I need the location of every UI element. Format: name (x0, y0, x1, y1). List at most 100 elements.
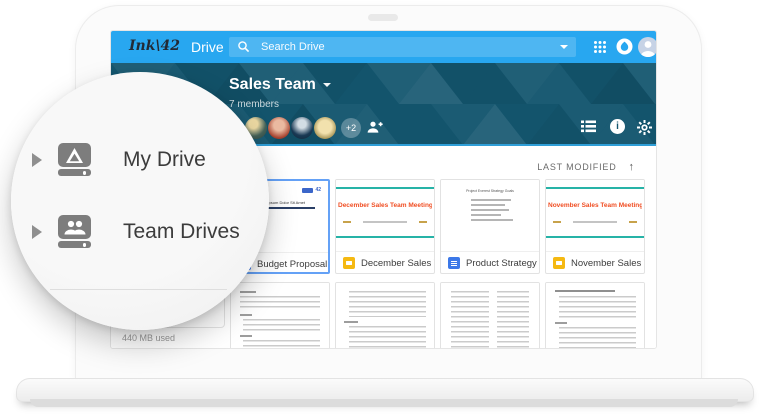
sort-direction-arrow-icon: ↑ (629, 161, 635, 173)
add-member-icon[interactable] (365, 120, 383, 134)
file-card[interactable] (335, 282, 435, 349)
file-thumbnail (546, 283, 644, 349)
text-line-block (559, 296, 636, 318)
list-view-toggle-icon[interactable] (581, 120, 596, 133)
slide-subtitle (573, 221, 617, 223)
file-name: December Sales Tea... (361, 258, 434, 269)
team-name-dropdown[interactable]: Sales Team (229, 76, 331, 94)
file-thumbnail: November Sales Team Meeting (546, 180, 644, 252)
file-name: November Sales Tea... (571, 258, 644, 269)
slide-subtitle (363, 221, 407, 223)
slide-ornament (343, 221, 351, 223)
slide-divider (546, 187, 644, 189)
text-line (471, 204, 505, 206)
logo-number: 42 (315, 187, 321, 193)
text-line (240, 335, 252, 337)
docs-file-icon (448, 257, 460, 269)
text-line (555, 322, 567, 324)
file-card[interactable]: December Sales Team Meeting December Sal… (335, 179, 435, 274)
my-drive-icon (58, 143, 91, 176)
file-card[interactable] (230, 282, 330, 349)
file-card[interactable]: Project Everest Strategy Goals Product S… (440, 179, 540, 274)
text-line (555, 290, 615, 292)
chevron-down-icon (323, 83, 331, 87)
file-card[interactable]: November Sales Team Meeting November Sal… (545, 179, 645, 274)
divider (50, 289, 227, 290)
company-logo: Ink\42 (129, 38, 180, 54)
search-input[interactable] (259, 40, 576, 54)
app-bar: Ink\42 Drive (111, 31, 656, 63)
doc-logo: 42 (302, 187, 321, 193)
slide-ornament (419, 221, 427, 223)
laptop-base-lip (30, 399, 738, 407)
laptop-camera-notch (368, 14, 398, 21)
file-thumbnail: December Sales Team Meeting (336, 180, 434, 252)
file-name: Product Strategy Goa... (466, 258, 539, 269)
text-line-block (240, 296, 320, 310)
slide-ornament (629, 221, 637, 223)
slide-subtitle-row (343, 221, 427, 223)
text-column (497, 291, 529, 349)
text-line-block (349, 291, 426, 317)
expand-arrow-icon[interactable] (32, 225, 42, 239)
team-drives-item[interactable]: Team Drives (123, 220, 240, 244)
member-avatar (291, 117, 313, 139)
file-name: Budget Proposal Tem... (257, 259, 328, 270)
search-icon (237, 40, 250, 53)
people-icon (64, 220, 86, 235)
slide-title: December Sales Team Meeting (338, 202, 432, 209)
settings-gear-icon[interactable] (637, 120, 652, 135)
search-box[interactable] (229, 37, 576, 57)
file-card[interactable] (545, 282, 645, 349)
person-icon (638, 37, 657, 57)
file-thumbnail (336, 283, 434, 349)
text-line (240, 314, 252, 316)
product-name: Drive (191, 39, 224, 55)
text-line (471, 209, 509, 211)
team-drives-icon (58, 215, 91, 248)
text-line-block (559, 327, 636, 349)
expand-arrow-icon[interactable] (32, 153, 42, 167)
page: Ink\42 Drive (0, 0, 768, 416)
apps-grid-icon[interactable] (593, 40, 607, 54)
slide-divider (336, 236, 434, 238)
logo-flag-icon (302, 188, 313, 193)
text-line-block (349, 326, 426, 349)
team-members-count: 7 members (229, 99, 279, 110)
text-line (471, 199, 511, 201)
storage-used-label: 440 MB used (122, 333, 175, 343)
file-thumbnail: Project Everest Strategy Goals (441, 180, 539, 252)
text-line-block (243, 319, 320, 331)
slides-file-icon (343, 257, 355, 269)
extra-members-badge[interactable]: +2 (341, 118, 361, 138)
text-line-block (243, 340, 320, 349)
slide-ornament (553, 221, 561, 223)
slides-file-icon (553, 257, 565, 269)
team-name-label: Sales Team (229, 76, 316, 94)
text-line (471, 214, 501, 216)
file-thumbnail (231, 283, 329, 349)
member-avatar-stack: +2 (245, 117, 361, 139)
text-column (451, 291, 489, 349)
notifications-icon[interactable] (616, 38, 633, 55)
drive-triangle-icon (66, 148, 83, 163)
search-options-caret-icon[interactable] (560, 45, 568, 49)
account-avatar[interactable] (638, 37, 657, 57)
member-avatar (268, 117, 290, 139)
sort-control[interactable]: LAST MODIFIED ↑ (537, 161, 634, 173)
file-card[interactable] (440, 282, 540, 349)
file-thumbnail (441, 283, 539, 349)
text-line (344, 321, 358, 323)
slide-subtitle-row (553, 221, 637, 223)
my-drive-item[interactable]: My Drive (123, 148, 206, 172)
sort-label: LAST MODIFIED (537, 162, 616, 172)
text-line (471, 219, 513, 221)
text-line (240, 291, 256, 293)
slide-title: November Sales Team Meeting (548, 202, 642, 209)
slide-divider (336, 187, 434, 189)
doc-title: Project Everest Strategy Goals (441, 189, 539, 193)
member-avatar (314, 117, 336, 139)
slide-divider (546, 236, 644, 238)
info-icon[interactable]: i (610, 119, 625, 134)
sidebar-magnifier-callout: My Drive Team Drives (11, 72, 269, 330)
